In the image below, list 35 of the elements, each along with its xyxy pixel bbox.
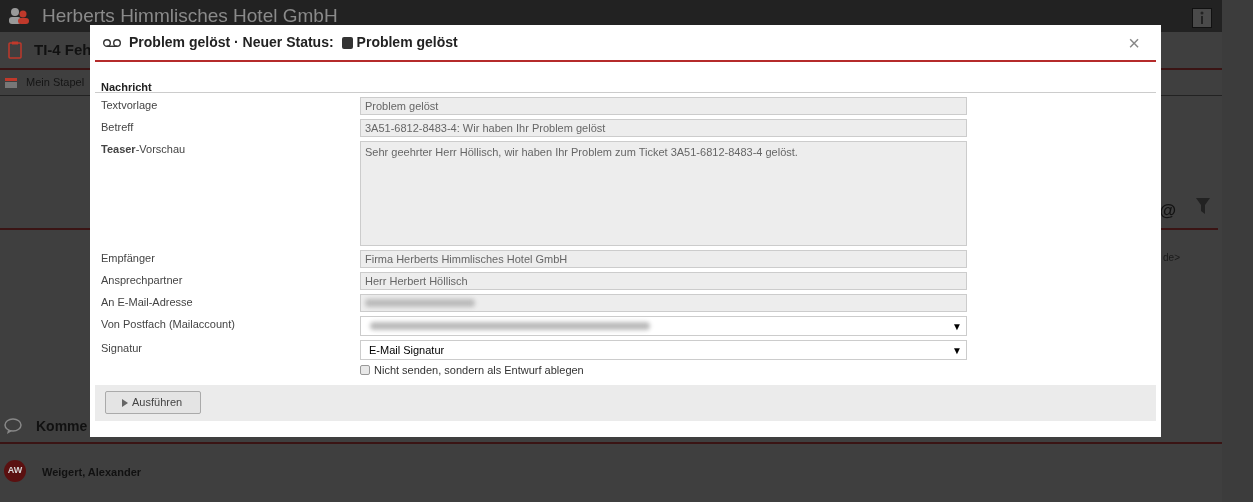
- clipboard-icon: [8, 41, 22, 59]
- select-field[interactable]: ▼: [360, 316, 967, 336]
- filter-icon[interactable]: [1196, 198, 1210, 214]
- close-button[interactable]: ×: [1128, 32, 1140, 53]
- checkbox-label: Nicht senden, sondern als Entwurf ablegen: [374, 363, 584, 378]
- field-label: Teaser-Vorschau: [101, 142, 187, 157]
- dialog-title: Problem gelöst · Neuer Status:: [129, 33, 334, 52]
- field-label: Von Postfach (Mailaccount): [101, 317, 236, 332]
- voicemail-icon: [103, 37, 121, 48]
- run-button[interactable]: Ausführen: [105, 391, 201, 414]
- field-label: An E-Mail-Adresse: [101, 295, 194, 310]
- chat-icon: [4, 417, 24, 435]
- input-field[interactable]: Firma Herberts Himmlisches Hotel GmbH: [360, 250, 967, 268]
- select-field[interactable]: E-Mail Signatur ▼: [360, 340, 967, 360]
- field-label: Betreff: [101, 120, 135, 135]
- input-field[interactable]: 3A51-6812-8483-4: Wir haben Ihr Problem gelöst: [360, 119, 967, 137]
- field-label: Textvorlage: [101, 98, 159, 113]
- checkbox[interactable]: [360, 365, 370, 376]
- input-field[interactable]: Herr Herbert Höllisch: [360, 272, 967, 290]
- field-label: Signatur: [101, 341, 143, 356]
- field-label: Empfänger: [101, 251, 156, 266]
- input-field[interactable]: [360, 294, 967, 312]
- play-icon: [122, 398, 128, 407]
- status-name: Problem gelöst: [356, 33, 458, 52]
- caret-icon: ▼: [952, 342, 962, 358]
- input-field[interactable]: Problem gelöst: [360, 97, 967, 115]
- field-label: Ansprechpartner: [101, 273, 184, 288]
- avatar: AW: [4, 460, 26, 482]
- section-heading: Nachricht: [101, 81, 152, 93]
- text-area[interactable]: Sehr geehrter Herr Höllisch, wir haben Ihr Problem zum Ticket 3A51-6812-8483-4 gelöst.: [360, 141, 967, 246]
- users-icon: [8, 7, 30, 25]
- info-icon[interactable]: [1192, 8, 1212, 28]
- caret-icon: ▼: [952, 318, 962, 334]
- stack-icon: [4, 76, 18, 89]
- company-name: Herberts Himmlisches Hotel GmbH: [42, 3, 338, 28]
